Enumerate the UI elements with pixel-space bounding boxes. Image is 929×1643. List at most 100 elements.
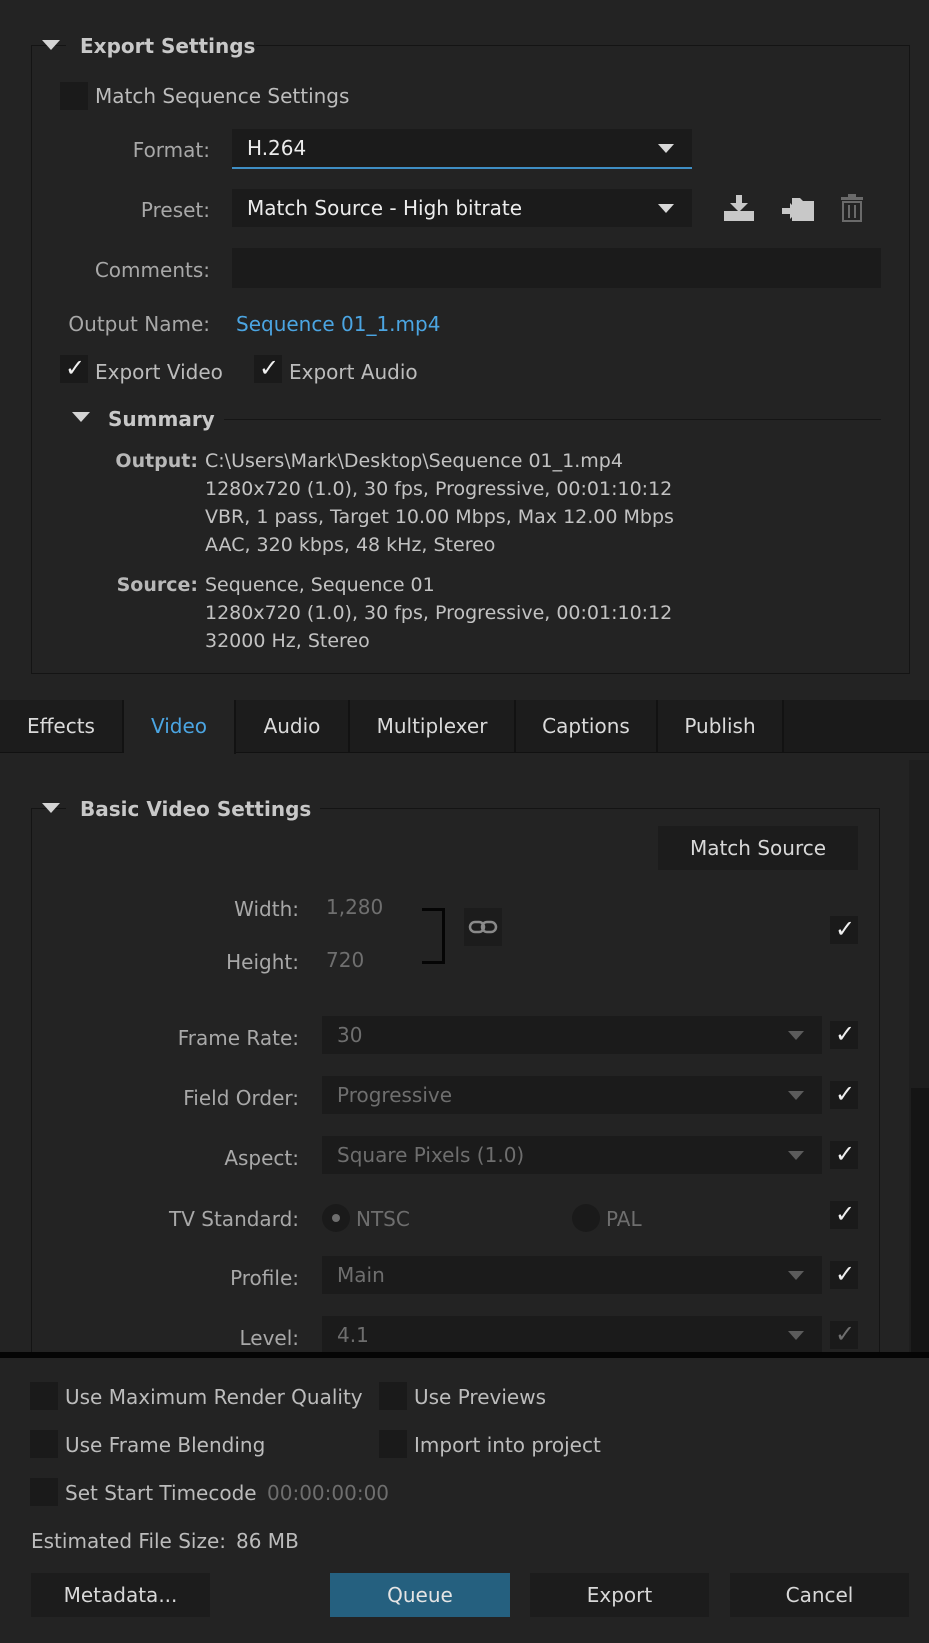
use-previews-checkbox[interactable] (379, 1382, 407, 1410)
import-into-project-label: Import into project (414, 1433, 601, 1457)
level-checkbox[interactable]: ✓ (830, 1320, 858, 1349)
dimension-link-bracket (422, 908, 445, 964)
field-order-label: Field Order: (183, 1086, 299, 1110)
summary-output-line: VBR, 1 pass, Target 10.00 Mbps, Max 12.0… (205, 506, 674, 528)
export-settings-title: Export Settings (80, 34, 256, 58)
tab-captions[interactable]: Captions (516, 700, 658, 752)
summary-source-key: Source: (116, 574, 198, 596)
summary-source-line: 1280x720 (1.0), 30 fps, Progressive, 00:… (205, 602, 673, 624)
summary-source-line: Sequence, Sequence 01 (205, 574, 435, 596)
comments-label: Comments: (94, 258, 210, 282)
frame-rate-dropdown[interactable]: 30 (322, 1016, 822, 1054)
checkmark-icon: ✓ (835, 1080, 856, 1108)
field-order-dropdown[interactable]: Progressive (322, 1076, 822, 1114)
aspect-dropdown[interactable]: Square Pixels (1.0) (322, 1136, 822, 1174)
match-sequence-checkbox[interactable] (60, 82, 88, 110)
summary-output-key: Output: (115, 450, 198, 472)
width-label: Width: (234, 897, 299, 921)
start-timecode-label: Set Start Timecode (65, 1481, 257, 1505)
width-value[interactable]: 1,280 (326, 895, 383, 919)
chevron-down-icon (788, 1151, 804, 1160)
tab-effects[interactable]: Effects (0, 700, 124, 752)
pal-label: PAL (606, 1207, 642, 1231)
start-timecode-checkbox[interactable] (30, 1478, 58, 1506)
collapse-triangle-icon[interactable] (42, 40, 60, 50)
aspect-label: Aspect: (224, 1146, 299, 1170)
queue-button[interactable]: Queue (330, 1573, 510, 1617)
cancel-button[interactable]: Cancel (730, 1573, 909, 1617)
field-order-checkbox[interactable]: ✓ (830, 1080, 858, 1109)
save-preset-icon[interactable] (722, 191, 756, 223)
chevron-down-icon (788, 1031, 804, 1040)
frame-rate-label: Frame Rate: (177, 1026, 299, 1050)
export-audio-label: Export Audio (289, 360, 418, 384)
summary-title: Summary (108, 407, 215, 431)
checkmark-icon: ✓ (835, 1260, 856, 1288)
height-value[interactable]: 720 (326, 948, 364, 972)
checkmark-icon: ✓ (835, 1140, 856, 1168)
tab-multiplexer[interactable]: Multiplexer (350, 700, 516, 752)
checkmark-icon: ✓ (835, 1200, 856, 1228)
ntsc-label: NTSC (356, 1207, 410, 1231)
checkmark-icon: ✓ (259, 354, 280, 382)
chevron-down-icon (788, 1271, 804, 1280)
start-timecode-value[interactable]: 00:00:00:00 (267, 1481, 389, 1505)
tab-video[interactable]: Video (124, 700, 236, 754)
preset-label: Preset: (140, 198, 210, 222)
export-video-label: Export Video (95, 360, 223, 384)
metadata-button[interactable]: Metadata... (31, 1573, 210, 1617)
profile-value: Main (337, 1263, 385, 1287)
max-render-quality-checkbox[interactable] (30, 1382, 58, 1410)
estimated-file-size-label: Estimated File Size: (31, 1529, 227, 1553)
output-name-link[interactable]: Sequence 01_1.mp4 (236, 312, 440, 336)
checkmark-icon: ✓ (65, 354, 86, 382)
tv-standard-checkbox[interactable]: ✓ (830, 1200, 858, 1229)
level-label: Level: (239, 1326, 299, 1350)
ntsc-radio[interactable] (322, 1204, 350, 1232)
level-dropdown[interactable]: 4.1 (322, 1316, 822, 1354)
checkmark-icon: ✓ (835, 1020, 856, 1048)
summary-output-line: AAC, 320 kbps, 48 kHz, Stereo (205, 534, 496, 556)
height-label: Height: (226, 950, 299, 974)
field-order-value: Progressive (337, 1083, 453, 1107)
chevron-down-icon (788, 1091, 804, 1100)
checkmark-icon: ✓ (835, 1320, 856, 1348)
frame-rate-checkbox[interactable]: ✓ (830, 1020, 858, 1049)
pal-radio[interactable] (572, 1204, 600, 1232)
frame-rate-value: 30 (337, 1023, 363, 1047)
comments-field[interactable] (232, 248, 881, 288)
checkmark-icon: ✓ (835, 915, 856, 943)
tab-audio[interactable]: Audio (236, 700, 350, 752)
export-button[interactable]: Export (530, 1573, 709, 1617)
output-name-label: Output Name: (68, 312, 210, 336)
format-value: H.264 (247, 136, 307, 160)
max-render-quality-label: Use Maximum Render Quality (65, 1385, 363, 1409)
link-icon[interactable] (464, 908, 502, 946)
export-audio-checkbox[interactable]: ✓ (254, 354, 282, 383)
tab-publish[interactable]: Publish (658, 700, 784, 752)
profile-label: Profile: (230, 1266, 299, 1290)
collapse-triangle-icon[interactable] (42, 803, 60, 813)
import-preset-icon[interactable] (780, 192, 816, 224)
preset-dropdown[interactable]: Match Source - High bitrate (232, 189, 692, 227)
profile-dropdown[interactable]: Main (322, 1256, 822, 1294)
aspect-checkbox[interactable]: ✓ (830, 1140, 858, 1169)
match-sequence-label: Match Sequence Settings (95, 84, 350, 108)
export-video-checkbox[interactable]: ✓ (60, 354, 88, 383)
match-source-button[interactable]: Match Source (658, 826, 858, 870)
import-into-project-checkbox[interactable] (379, 1430, 407, 1458)
delete-preset-icon[interactable] (840, 193, 864, 223)
format-dropdown[interactable]: H.264 (232, 129, 692, 169)
width-height-checkbox[interactable]: ✓ (830, 915, 858, 944)
format-label: Format: (132, 138, 210, 162)
basic-video-settings-title: Basic Video Settings (80, 797, 312, 821)
summary-output-line: 1280x720 (1.0), 30 fps, Progressive, 00:… (205, 478, 673, 500)
scrollbar-thumb[interactable] (911, 1088, 929, 1352)
estimated-file-size-value: 86 MB (236, 1529, 299, 1553)
collapse-triangle-icon[interactable] (72, 412, 90, 422)
chevron-down-icon (658, 144, 674, 153)
profile-checkbox[interactable]: ✓ (830, 1260, 858, 1289)
frame-blending-checkbox[interactable] (30, 1430, 58, 1458)
chevron-down-icon (658, 204, 674, 213)
level-value: 4.1 (337, 1323, 369, 1347)
